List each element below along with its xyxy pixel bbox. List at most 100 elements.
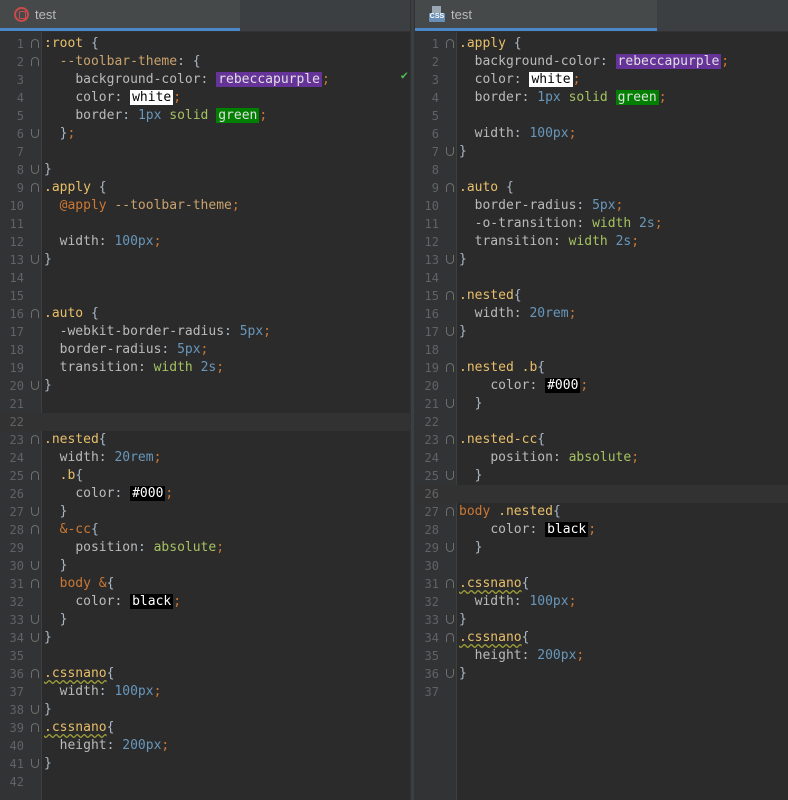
tab-test-postcss[interactable]: test	[0, 0, 240, 31]
code-line[interactable]: 24 width: 20rem;	[0, 449, 410, 467]
code-line[interactable]: 28 &-cc{	[0, 521, 410, 539]
fold-open-icon[interactable]	[31, 525, 39, 534]
fold-close-icon[interactable]	[31, 381, 39, 390]
code-line[interactable]: 11 -o-transition: width 2s;	[415, 215, 788, 233]
fold-close-icon[interactable]	[31, 129, 39, 138]
code-line[interactable]: 26 color: #000;	[0, 485, 410, 503]
code-line[interactable]: 10 border-radius: 5px;	[415, 197, 788, 215]
code-line[interactable]: 8}	[0, 161, 410, 179]
fold-close-icon[interactable]	[446, 255, 454, 264]
code-line[interactable]: 39 .cssnano{	[0, 719, 410, 737]
right-code-editor[interactable]: 1 .apply {2 background-color: rebeccapurp…	[415, 32, 788, 800]
code-line[interactable]: 16 width: 20rem;	[415, 305, 788, 323]
code-line[interactable]: 3 background-color: rebeccapurple;	[0, 71, 410, 89]
code-line[interactable]: 18	[415, 341, 788, 359]
fold-open-icon[interactable]	[31, 39, 39, 48]
fold-close-icon[interactable]	[31, 561, 39, 570]
code-line[interactable]: 8	[415, 161, 788, 179]
code-line[interactable]: 41}	[0, 755, 410, 773]
fold-open-icon[interactable]	[446, 183, 454, 192]
inspection-ok-icon[interactable]: ✔	[401, 68, 408, 82]
code-line[interactable]: 11	[0, 215, 410, 233]
code-line[interactable]: 22	[0, 413, 410, 431]
tab-test-css[interactable]: CSS test	[415, 0, 657, 31]
code-line[interactable]: 27 }	[0, 503, 410, 521]
code-line[interactable]: 13}	[415, 251, 788, 269]
code-line[interactable]: 15	[0, 287, 410, 305]
code-line[interactable]: 31 .cssnano{	[415, 575, 788, 593]
code-line[interactable]: 5 border: 1px solid green;	[0, 107, 410, 125]
fold-open-icon[interactable]	[446, 435, 454, 444]
code-line[interactable]: 33 }	[0, 611, 410, 629]
code-line[interactable]: 1:root {	[0, 35, 410, 53]
code-line[interactable]: 23 .nested-cc{	[415, 431, 788, 449]
fold-close-icon[interactable]	[446, 669, 454, 678]
code-line[interactable]: 2 --toolbar-theme: {	[0, 53, 410, 71]
fold-close-icon[interactable]	[446, 399, 454, 408]
code-line[interactable]: 21 }	[415, 395, 788, 413]
code-line[interactable]: 13}	[0, 251, 410, 269]
code-line[interactable]: 26	[415, 485, 788, 503]
fold-close-icon[interactable]	[446, 615, 454, 624]
left-code-editor[interactable]: 1:root {2 --toolbar-theme: {3 background…	[0, 32, 410, 800]
code-line[interactable]: 30	[415, 557, 788, 575]
code-line[interactable]: 40 height: 200px;	[0, 737, 410, 755]
code-line[interactable]: 5	[415, 107, 788, 125]
code-line[interactable]: 42	[0, 773, 410, 791]
code-line[interactable]: 14	[0, 269, 410, 287]
code-line[interactable]: 15 .nested{	[415, 287, 788, 305]
fold-open-icon[interactable]	[446, 507, 454, 516]
code-line[interactable]: 6 width: 100px;	[415, 125, 788, 143]
fold-close-icon[interactable]	[446, 327, 454, 336]
code-line[interactable]: 21	[0, 395, 410, 413]
code-line[interactable]: 25 }	[415, 467, 788, 485]
code-line[interactable]: 23 .nested{	[0, 431, 410, 449]
code-line[interactable]: 4 color: white;	[0, 89, 410, 107]
code-line[interactable]: 32 color: black;	[0, 593, 410, 611]
code-line[interactable]: 24 position: absolute;	[415, 449, 788, 467]
code-line[interactable]: 22	[415, 413, 788, 431]
fold-open-icon[interactable]	[31, 183, 39, 192]
code-line[interactable]: 27 body .nested{	[415, 503, 788, 521]
code-line[interactable]: 7}	[415, 143, 788, 161]
code-line[interactable]: 35	[0, 647, 410, 665]
fold-open-icon[interactable]	[31, 309, 39, 318]
code-line[interactable]: 19 .nested .b{	[415, 359, 788, 377]
code-line[interactable]: 38}	[0, 701, 410, 719]
code-line[interactable]: 2 background-color: rebeccapurple;	[415, 53, 788, 71]
fold-close-icon[interactable]	[31, 759, 39, 768]
fold-close-icon[interactable]	[31, 165, 39, 174]
code-line[interactable]: 36 .cssnano{	[0, 665, 410, 683]
code-line[interactable]: 10 @apply --toolbar-theme;	[0, 197, 410, 215]
code-line[interactable]: 35 height: 200px;	[415, 647, 788, 665]
fold-open-icon[interactable]	[31, 57, 39, 66]
fold-open-icon[interactable]	[446, 633, 454, 642]
fold-open-icon[interactable]	[446, 363, 454, 372]
fold-open-icon[interactable]	[31, 723, 39, 732]
fold-close-icon[interactable]	[446, 543, 454, 552]
fold-close-icon[interactable]	[31, 255, 39, 264]
code-line[interactable]: 33}	[415, 611, 788, 629]
code-line[interactable]: 9 .auto {	[415, 179, 788, 197]
fold-open-icon[interactable]	[446, 579, 454, 588]
code-line[interactable]: 7	[0, 143, 410, 161]
code-line[interactable]: 28 color: black;	[415, 521, 788, 539]
code-line[interactable]: 32 width: 100px;	[415, 593, 788, 611]
code-line[interactable]: 17 -webkit-border-radius: 5px;	[0, 323, 410, 341]
code-line[interactable]: 12 transition: width 2s;	[415, 233, 788, 251]
code-line[interactable]: 29 position: absolute;	[0, 539, 410, 557]
fold-close-icon[interactable]	[31, 633, 39, 642]
code-line[interactable]: 18 border-radius: 5px;	[0, 341, 410, 359]
fold-close-icon[interactable]	[446, 147, 454, 156]
code-line[interactable]: 37	[415, 683, 788, 701]
code-line[interactable]: 1 .apply {	[415, 35, 788, 53]
code-line[interactable]: 34}	[0, 629, 410, 647]
code-line[interactable]: 36}	[415, 665, 788, 683]
code-line[interactable]: 31 body &{	[0, 575, 410, 593]
code-line[interactable]: 37 width: 100px;	[0, 683, 410, 701]
code-line[interactable]: 17}	[415, 323, 788, 341]
code-line[interactable]: 29 }	[415, 539, 788, 557]
code-line[interactable]: 6 };	[0, 125, 410, 143]
code-line[interactable]: 20 color: #000;	[415, 377, 788, 395]
code-line[interactable]: 25 .b{	[0, 467, 410, 485]
